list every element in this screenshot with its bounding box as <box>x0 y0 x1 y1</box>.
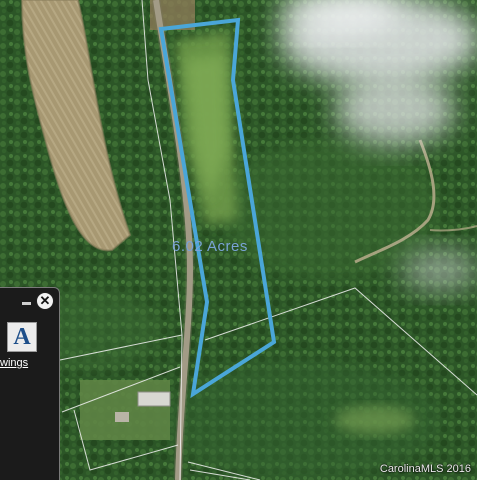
drawing-tools-panel: ✕ A wings <box>0 287 60 480</box>
clearing <box>335 406 415 434</box>
shed-roof <box>115 412 129 422</box>
text-tool-button[interactable]: A <box>7 322 37 352</box>
minimize-button[interactable] <box>22 302 31 305</box>
acreage-label: 6.02 Acres <box>172 238 248 255</box>
letter-a-icon: A <box>13 324 31 350</box>
aerial-map[interactable]: 6.02 Acres CarolinaMLS 2016 ✕ A wings <box>0 0 477 480</box>
drawings-link[interactable]: wings <box>0 357 28 369</box>
copyright-credit: CarolinaMLS 2016 <box>379 463 471 475</box>
building-roof <box>137 391 171 407</box>
cloud <box>335 75 455 145</box>
close-button[interactable]: ✕ <box>36 292 54 310</box>
cloud <box>400 248 477 292</box>
panel-titlebar: ✕ <box>0 288 59 314</box>
house-lot <box>80 380 170 440</box>
